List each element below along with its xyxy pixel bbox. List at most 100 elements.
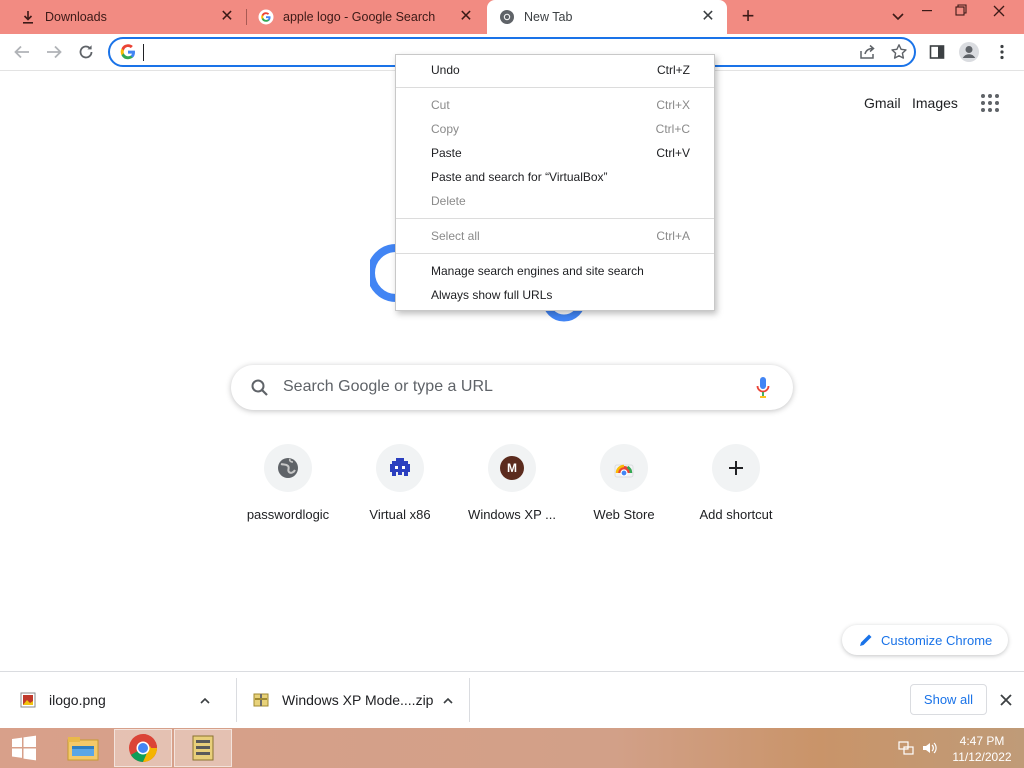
tab-title: apple logo - Google Search (283, 10, 436, 24)
shortcut-tile[interactable]: Virtual x86 (344, 444, 456, 534)
menu-item-cut[interactable]: Cut Ctrl+X (396, 93, 714, 117)
download-item[interactable]: ilogo.png (20, 678, 232, 722)
download-filename: Windows XP Mode....zip (282, 692, 434, 708)
menu-item-label: Copy (431, 122, 460, 136)
tab-title: New Tab (524, 10, 573, 24)
menu-item-label: Select all (431, 229, 480, 243)
windows-logo-icon (12, 735, 36, 761)
tab-downloads[interactable]: Downloads ✕ (0, 0, 246, 34)
tab-new-tab[interactable]: New Tab ✕ (487, 0, 727, 34)
menu-separator (396, 218, 714, 219)
download-divider (469, 678, 470, 722)
download-icon (20, 9, 36, 25)
clock-time: 4:47 PM (959, 734, 1005, 748)
restore-icon[interactable] (944, 0, 978, 26)
system-clock[interactable]: 4:47 PM 11/12/2022 (946, 733, 1018, 765)
chevron-up-icon[interactable] (442, 694, 454, 706)
windows-taskbar: 4:47 PM 11/12/2022 (0, 728, 1024, 768)
kebab-menu-icon[interactable] (991, 41, 1013, 63)
close-icon[interactable] (998, 692, 1014, 708)
new-tab-button[interactable]: + (736, 5, 760, 29)
shortcut-label: Add shortcut (699, 507, 773, 522)
chevron-up-icon[interactable] (199, 694, 211, 706)
start-button[interactable] (0, 729, 48, 767)
close-window-icon[interactable] (982, 0, 1016, 26)
menu-item-label: Delete (431, 194, 466, 208)
menu-item-shortcut: Ctrl+Z (657, 63, 690, 77)
menu-item-label: Manage search engines and site search (431, 264, 644, 278)
network-icon[interactable] (898, 740, 914, 756)
shortcut-tile[interactable]: M Windows XP ... (456, 444, 568, 534)
profile-avatar[interactable] (958, 41, 980, 63)
customize-chrome-label: Customize Chrome (881, 632, 993, 648)
download-item[interactable]: Windows XP Mode....zip (253, 678, 465, 722)
chrome-icon[interactable] (114, 729, 172, 767)
customize-chrome-button[interactable]: Customize Chrome (842, 625, 1008, 655)
close-icon[interactable]: ✕ (699, 8, 717, 26)
reload-icon[interactable] (75, 41, 97, 63)
close-icon[interactable]: ✕ (218, 8, 236, 26)
search-icon (250, 378, 270, 398)
pencil-icon (859, 633, 873, 647)
menu-separator (396, 253, 714, 254)
m-letter-icon: M (488, 444, 536, 492)
menu-item-copy[interactable]: Copy Ctrl+C (396, 117, 714, 141)
tab-title: Downloads (45, 10, 107, 24)
share-icon[interactable] (856, 41, 878, 63)
menu-item-label: Cut (431, 98, 450, 112)
menu-item-label: Paste and search for “VirtualBox” (431, 170, 608, 184)
pixel-invader-icon (376, 444, 424, 492)
gmail-link[interactable]: Gmail (864, 95, 901, 111)
side-panel-icon[interactable] (926, 41, 948, 63)
close-icon[interactable]: ✕ (457, 8, 475, 26)
menu-item-paste[interactable]: Paste Ctrl+V (396, 141, 714, 165)
shortcut-tile[interactable]: passwordlogic (232, 444, 344, 534)
archive-app-icon[interactable] (174, 729, 232, 767)
menu-item-label: Always show full URLs (431, 288, 553, 302)
menu-item-label: Undo (431, 63, 460, 77)
web-store-icon (600, 444, 648, 492)
download-shelf: ilogo.png Windows XP Mode....zip Show al… (0, 671, 1024, 728)
apps-grid-icon[interactable] (980, 93, 1000, 113)
shortcut-label: Virtual x86 (369, 507, 431, 522)
menu-item-always-show-full-urls[interactable]: Always show full URLs (396, 283, 714, 307)
google-icon (120, 44, 136, 60)
menu-item-manage-search-engines[interactable]: Manage search engines and site search (396, 259, 714, 283)
search-placeholder: Search Google or type a URL (283, 378, 493, 395)
globe-icon (264, 444, 312, 492)
menu-item-shortcut: Ctrl+V (656, 146, 690, 160)
back-icon[interactable] (11, 41, 33, 63)
shortcut-label: passwordlogic (246, 507, 330, 522)
context-menu: Undo Ctrl+Z Cut Ctrl+X Copy Ctrl+C Paste… (395, 54, 715, 311)
download-divider (236, 678, 237, 722)
menu-item-label: Paste (431, 146, 462, 160)
menu-item-paste-and-search[interactable]: Paste and search for “VirtualBox” (396, 165, 714, 189)
images-link[interactable]: Images (912, 95, 958, 111)
shortcut-tile[interactable]: Web Store (568, 444, 680, 534)
shortcut-label: Web Store (593, 507, 655, 522)
tab-strip: Downloads ✕ apple logo - Google Search ✕… (0, 0, 1024, 34)
chevron-down-icon[interactable] (888, 7, 908, 27)
zip-file-icon (253, 692, 269, 708)
download-filename: ilogo.png (49, 692, 106, 708)
forward-icon[interactable] (43, 41, 65, 63)
file-explorer-icon[interactable] (54, 729, 112, 767)
minimize-icon[interactable] (910, 0, 944, 26)
chrome-icon (499, 9, 515, 25)
plus-icon (712, 444, 760, 492)
clock-date: 11/12/2022 (952, 750, 1012, 764)
add-shortcut-tile[interactable]: Add shortcut (680, 444, 792, 534)
tab-apple-logo-search[interactable]: apple logo - Google Search ✕ (247, 0, 485, 34)
m-letter-avatar: M (500, 456, 524, 480)
bookmark-star-icon[interactable] (888, 41, 910, 63)
menu-item-delete[interactable]: Delete (396, 189, 714, 213)
menu-item-shortcut: Ctrl+X (656, 98, 690, 112)
volume-icon[interactable] (921, 740, 937, 756)
show-all-button[interactable]: Show all (910, 684, 987, 715)
image-file-icon (20, 692, 36, 708)
ntp-search-box[interactable]: Search Google or type a URL (231, 365, 793, 410)
menu-item-select-all[interactable]: Select all Ctrl+A (396, 224, 714, 248)
microphone-icon[interactable] (755, 376, 771, 400)
text-caret (143, 44, 144, 61)
menu-item-undo[interactable]: Undo Ctrl+Z (396, 58, 714, 82)
